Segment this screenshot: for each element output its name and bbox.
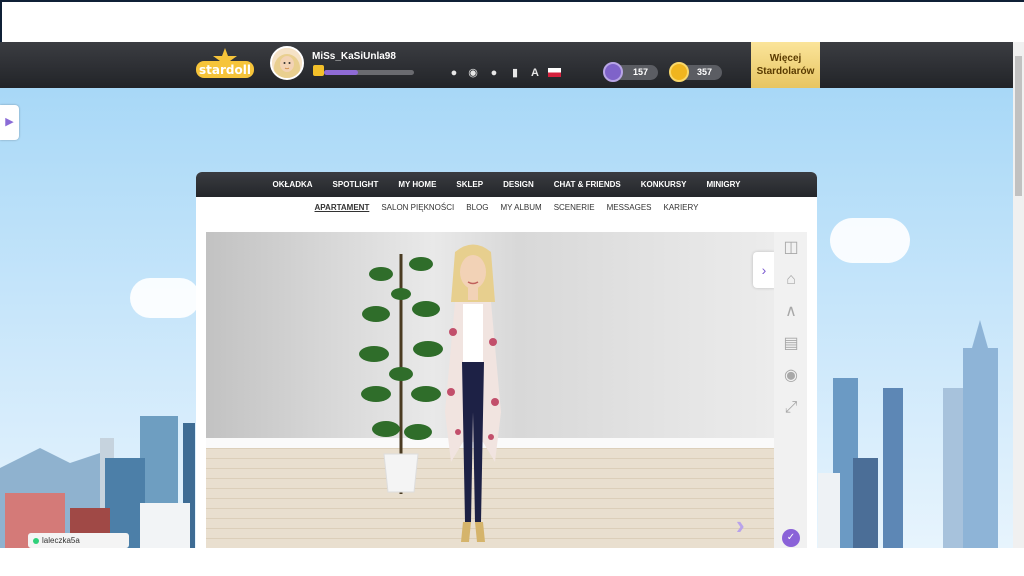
bookmark-icon[interactable]: ▮	[509, 67, 521, 79]
subnav-item[interactable]: SALON PIĘKNOŚCI	[375, 203, 460, 212]
subnav-item[interactable]: MY ALBUM	[494, 203, 547, 212]
more-stardollars-button[interactable]: Więcej Stardolarów	[751, 42, 820, 88]
crown-icon	[313, 65, 324, 76]
level-progress-fill	[324, 70, 359, 75]
stardoll-logo[interactable]: stardoll	[194, 47, 256, 81]
confirm-check-icon[interactable]: ✓	[782, 529, 800, 547]
friends-icon[interactable]: ●	[488, 67, 500, 79]
shopping-bag-icon[interactable]: ◫	[781, 238, 801, 258]
browser-top-area	[0, 0, 1024, 42]
sub-nav: APARTAMENT SALON PIĘKNOŚCI BLOG MY ALBUM…	[196, 197, 817, 217]
level-progress-bar	[324, 70, 414, 75]
bell-icon[interactable]: ●	[448, 67, 460, 79]
nav-item[interactable]: KONKURSY	[631, 180, 697, 189]
flag-icon[interactable]	[548, 68, 561, 77]
doll-character[interactable]	[433, 242, 513, 548]
subnav-item[interactable]: KARIERY	[658, 203, 705, 212]
nav-item[interactable]: MINIGRY	[697, 180, 751, 189]
next-room-arrow-icon[interactable]: ›	[736, 510, 745, 541]
coin-icon	[669, 62, 689, 82]
top-header-bar	[0, 42, 1013, 88]
city-left-illustration	[0, 416, 195, 548]
home-icon[interactable]: ⌂	[781, 270, 801, 290]
online-status-icon	[33, 538, 39, 544]
expand-panel-button[interactable]: ›	[753, 252, 775, 288]
city-right-illustration	[818, 320, 998, 548]
fullscreen-icon[interactable]: ⤢	[781, 398, 801, 418]
subnav-item-apartment[interactable]: APARTAMENT	[309, 203, 376, 212]
furniture-icon[interactable]: ▤	[781, 334, 801, 354]
chat-icon[interactable]: ◉	[467, 67, 479, 79]
main-nav: OKŁADKA SPOTLIGHT MY HOME SKLEP DESIGN C…	[196, 172, 817, 197]
username[interactable]: MiSs_KaSiUnla98	[312, 51, 396, 62]
nav-item[interactable]: OKŁADKA	[263, 180, 323, 189]
main-panel: OKŁADKA SPOTLIGHT MY HOME SKLEP DESIGN C…	[196, 172, 817, 548]
logo-text: stardoll	[199, 63, 251, 77]
hanger-icon[interactable]: ∧	[781, 302, 801, 322]
nav-item[interactable]: DESIGN	[493, 180, 544, 189]
subnav-item[interactable]: SCENERIE	[548, 203, 601, 212]
side-menu-toggle[interactable]: ▶	[0, 105, 19, 140]
nav-item[interactable]: SKLEP	[446, 180, 493, 189]
camera-icon[interactable]: ◉	[781, 366, 801, 386]
subnav-item[interactable]: BLOG	[460, 203, 494, 212]
nav-item[interactable]: SPOTLIGHT	[323, 180, 389, 189]
subnav-item[interactable]: MESSAGES	[601, 203, 658, 212]
avatar[interactable]	[270, 46, 304, 80]
nav-item[interactable]: MY HOME	[388, 180, 446, 189]
apartment-room-scene: ›	[206, 232, 774, 548]
room-toolbar: ◫ ⌂ ∧ ▤ ◉ ⤢	[774, 232, 807, 548]
text-icon[interactable]: A	[529, 67, 541, 79]
online-username: laleczka5a	[42, 536, 80, 545]
nav-item[interactable]: CHAT & FRIENDS	[544, 180, 631, 189]
page-scrollbar[interactable]	[1013, 42, 1024, 548]
online-friend-bar[interactable]: laleczka5a	[28, 533, 129, 548]
stardollar-icon	[603, 62, 623, 82]
